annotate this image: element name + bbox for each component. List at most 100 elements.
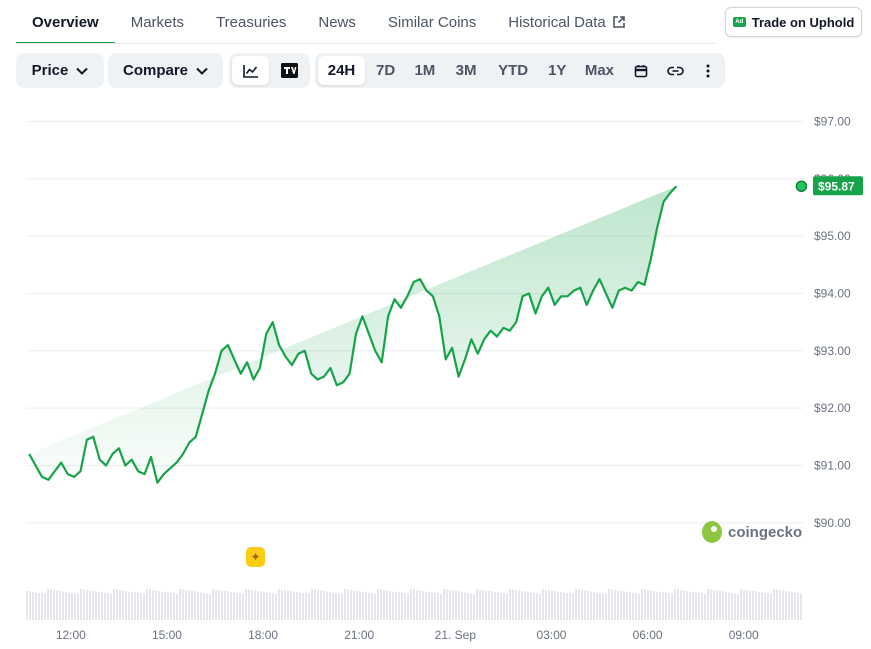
volume-bar [143, 594, 145, 620]
volume-bar [587, 591, 589, 620]
volume-bar [347, 589, 349, 620]
volume-bar [290, 591, 292, 620]
chevron-down-icon [76, 67, 89, 75]
tab-overview[interactable]: Overview [16, 0, 115, 44]
volume-bar [473, 594, 475, 620]
volume-bar [311, 589, 313, 620]
volume-bar [149, 589, 151, 620]
share-link-button[interactable] [659, 56, 692, 85]
volume-bar [437, 593, 439, 620]
volume-bar [248, 589, 250, 620]
volume-bar [53, 590, 55, 620]
volume-bar [314, 589, 316, 620]
volume-bar [563, 592, 565, 620]
volume-bar [653, 591, 655, 620]
compare-dropdown[interactable]: Compare [108, 53, 223, 88]
volume-bar [554, 591, 556, 620]
volume-bar [608, 589, 610, 620]
tab-treasuries[interactable]: Treasuries [200, 0, 302, 44]
range-24h-button[interactable]: 24H [318, 56, 366, 85]
volume-bar [386, 590, 388, 620]
line-chart-icon [242, 64, 258, 78]
volume-bar [671, 594, 673, 620]
volume-bar [620, 591, 622, 620]
x-tick-label: 21:00 [344, 628, 374, 642]
volume-bar [800, 593, 802, 620]
x-tick-label: 09:00 [729, 628, 759, 642]
volume-bar [266, 592, 268, 620]
volume-histogram [26, 589, 802, 620]
tab-historical-data[interactable]: Historical Data [492, 0, 642, 44]
range-1y-button[interactable]: 1Y [540, 56, 575, 85]
volume-bar [758, 592, 760, 620]
volume-bar [632, 593, 634, 620]
volume-bar [341, 594, 343, 620]
range-max-button[interactable]: Max [577, 56, 622, 85]
volume-bar [398, 592, 400, 620]
volume-bar [278, 589, 280, 620]
volume-bar [317, 590, 319, 620]
volume-bar [137, 593, 139, 620]
volume-bar [371, 593, 373, 620]
volume-bar [569, 593, 571, 620]
volume-bar [464, 592, 466, 620]
range-label: Max [584, 62, 615, 79]
volume-bar [287, 590, 289, 620]
tab-similar-coins[interactable]: Similar Coins [372, 0, 492, 44]
tab-markets[interactable]: Markets [115, 0, 200, 44]
tab-news[interactable]: News [302, 0, 372, 44]
volume-bar [506, 594, 508, 620]
range-ytd-button[interactable]: YTD [489, 56, 538, 85]
volume-bar [86, 590, 88, 620]
tradingview-button[interactable] [271, 56, 307, 85]
volume-bar [395, 592, 397, 620]
chart-type-toggle [229, 53, 310, 88]
volume-bar [251, 590, 253, 620]
x-tick-label: 12:00 [56, 628, 86, 642]
line-chart-button[interactable] [232, 56, 270, 85]
volume-bar [197, 592, 199, 620]
volume-bar [164, 592, 166, 620]
range-1m-button[interactable]: 1M [406, 56, 443, 85]
volume-bar [581, 590, 583, 620]
volume-bar [446, 589, 448, 620]
volume-bar [293, 591, 295, 620]
volume-bar [233, 592, 235, 620]
range-3m-button[interactable]: 3M [446, 56, 487, 85]
volume-bar [224, 591, 226, 620]
volume-bar [626, 592, 628, 620]
price-chart[interactable]: $97.00$96.00$95.00$94.00$93.00$92.00$91.… [0, 100, 871, 649]
tab-label: Overview [32, 13, 99, 31]
volume-bar [170, 593, 172, 620]
volume-bar [122, 590, 124, 620]
y-tick-label: $94.00 [814, 286, 851, 300]
volume-bar [467, 593, 469, 620]
volume-bar [59, 591, 61, 620]
price-dropdown[interactable]: Price [16, 53, 104, 88]
volume-bar [602, 593, 604, 620]
volume-bar [332, 592, 334, 620]
volume-bar [776, 589, 778, 620]
volume-bar [494, 592, 496, 620]
range-7d-button[interactable]: 7D [367, 56, 404, 85]
more-options-button[interactable] [695, 56, 722, 85]
volume-bar [503, 593, 505, 620]
volume-bar [656, 591, 658, 620]
volume-bar [716, 590, 718, 620]
volume-bar [350, 590, 352, 620]
volume-bar [527, 592, 529, 620]
volume-bar [161, 591, 163, 620]
volume-bar [92, 591, 94, 620]
volume-bar [227, 591, 229, 620]
volume-bar [497, 592, 499, 620]
volume-bar [485, 590, 487, 620]
trade-on-uphold-button[interactable]: Ad Trade on Uphold [725, 7, 862, 37]
volume-bar [242, 594, 244, 620]
event-sparkle-icon[interactable]: ✦ [246, 547, 265, 567]
volume-bar [215, 589, 217, 620]
volume-bar [794, 592, 796, 620]
volume-bar [578, 589, 580, 620]
coingecko-watermark: coingecko [702, 521, 802, 543]
calendar-button[interactable] [624, 56, 657, 85]
volume-bar [764, 593, 766, 620]
